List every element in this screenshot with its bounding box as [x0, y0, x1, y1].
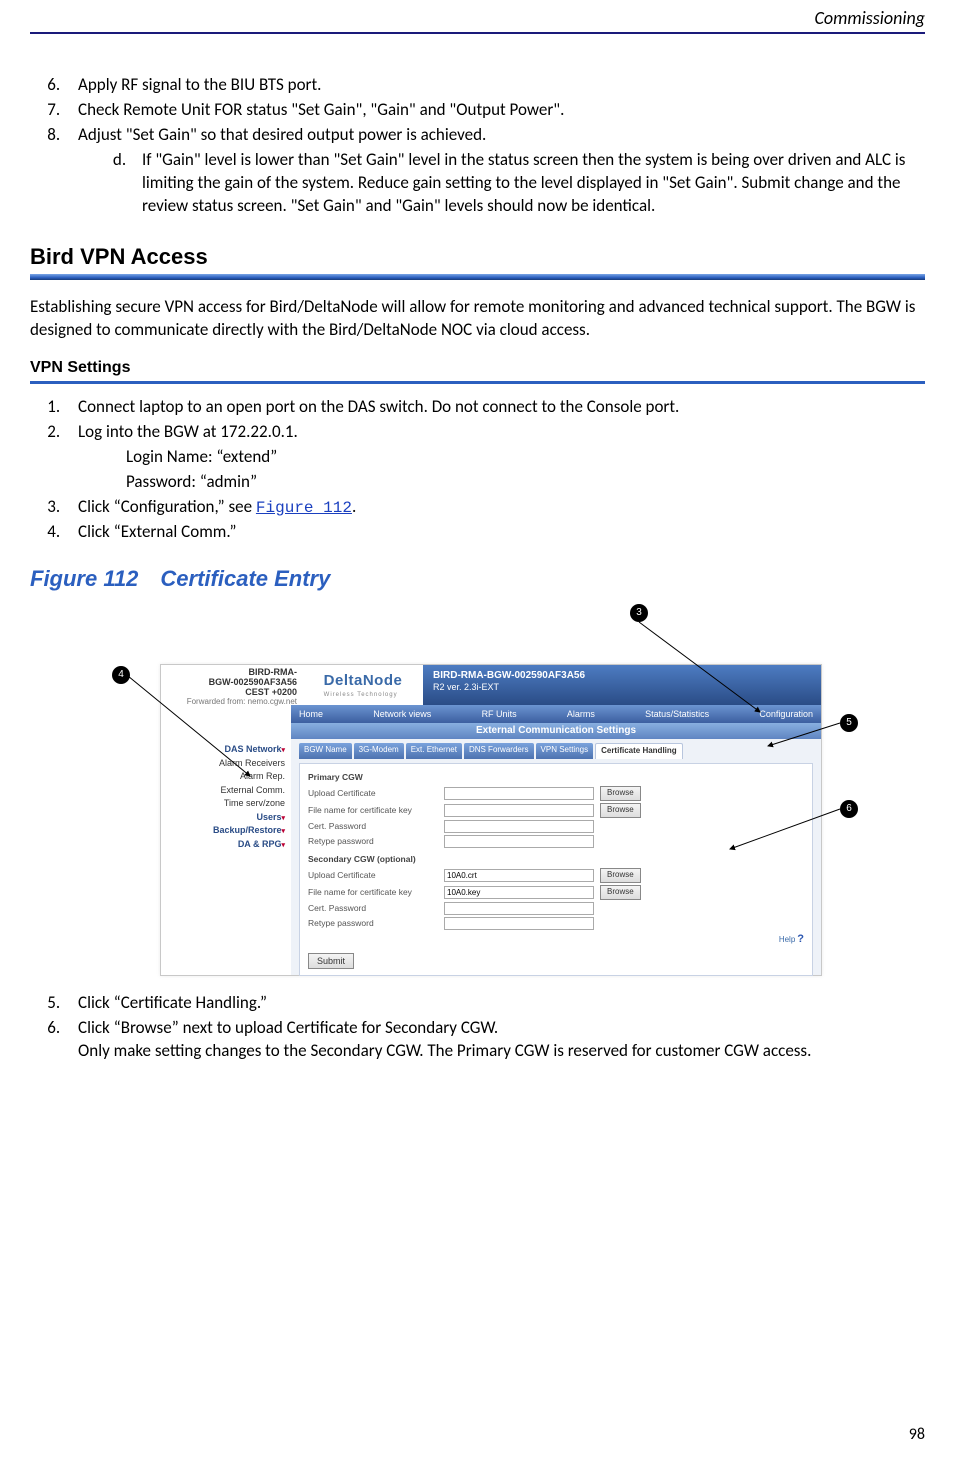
sidebar-external-comm[interactable]: External Comm. [167, 784, 285, 798]
step-6b-line1: Click “Browse” next to upload Certificat… [78, 1017, 498, 1038]
bgw-logo: DeltaNode Wireless Technology [303, 665, 423, 705]
heading-vpn-settings: VPN Settings [30, 357, 925, 379]
substep-d: If "Gain" level is lower than "Set Gain"… [130, 149, 925, 218]
input-secondary-upload[interactable] [444, 869, 594, 882]
lbl-secondary-upload: Upload Certificate [308, 870, 438, 881]
callout-5: 5 [840, 714, 858, 732]
lbl-secondary-keyfile: File name for certificate key [308, 887, 438, 898]
browse-primary-upload[interactable]: Browse [600, 786, 641, 801]
header-rule [30, 32, 925, 34]
bgw-sidebar: DAS Network▾ Alarm Receivers Alarm Rep. … [161, 739, 291, 975]
figure-112: 3 4 5 6 BIRD-RMA- BGW-002590AF3A56 CEST … [100, 604, 860, 984]
bgw-main-nav: Home Network views RF Units Alarms Statu… [291, 705, 821, 723]
page-number: 98 [909, 1424, 925, 1446]
nav-network-views[interactable]: Network views [373, 708, 431, 720]
vpn-step-1: Connect laptop to an open port on the DA… [64, 396, 925, 419]
lbl-secondary-certpw: Cert. Password [308, 903, 438, 914]
bgw-main-panel: BGW Name 3G-Modem Ext. Ethernet DNS Forw… [291, 739, 821, 975]
input-primary-upload[interactable] [444, 787, 594, 800]
step-7: Check Remote Unit FOR status "Set Gain",… [64, 99, 925, 122]
step-6: Apply RF signal to the BIU BTS port. [64, 74, 925, 97]
sidebar-time-serv-zone[interactable]: Time serv/zone [167, 797, 285, 811]
bgw-title-text: BIRD-RMA-BGW-002590AF3A56 [433, 670, 585, 681]
certificate-panel: Primary CGW Upload Certificate Browse Fi… [299, 763, 813, 976]
step-8: Adjust "Set Gain" so that desired output… [64, 124, 925, 218]
vpn-step-4: Click “External Comm.” [64, 521, 925, 544]
figure-112-link[interactable]: Figure 112 [256, 499, 352, 517]
tab-bgw-name[interactable]: BGW Name [299, 743, 352, 759]
callout-6: 6 [840, 800, 858, 818]
tab-dns-forwarders[interactable]: DNS Forwarders [464, 743, 534, 759]
sidebar-alarm-rep[interactable]: Alarm Rep. [167, 770, 285, 784]
vpn-steps-list: Connect laptop to an open port on the DA… [30, 396, 925, 544]
vpn-intro-paragraph: Establishing secure VPN access for Bird/… [30, 296, 925, 342]
vpn-step-3-post: . [352, 496, 356, 517]
callout-3: 3 [630, 604, 648, 622]
browse-secondary-upload[interactable]: Browse [600, 868, 641, 883]
lbl-secondary-retype: Retype password [308, 918, 438, 929]
sidebar-backup-restore[interactable]: Backup/Restore▾ [167, 824, 285, 838]
vpn-step-3: Click “Configuration,” see Figure 112. [64, 496, 925, 520]
tab-3g-modem[interactable]: 3G-Modem [354, 743, 404, 759]
vpn-step-3-pre: Click “Configuration,” see [78, 496, 256, 517]
steps-list-a: Apply RF signal to the BIU BTS port. Che… [30, 74, 925, 218]
tab-vpn-settings[interactable]: VPN Settings [536, 743, 594, 759]
step-8-text: Adjust "Set Gain" so that desired output… [78, 124, 486, 145]
vpn-step-2-text: Log into the BGW at 172.22.0.1. [78, 421, 298, 442]
lbl-primary-keyfile: File name for certificate key [308, 805, 438, 816]
browse-secondary-keyfile[interactable]: Browse [600, 885, 641, 900]
bgw-version: R2 ver. 2.3i-EXT [433, 682, 811, 694]
step-6b: Click “Browse” next to upload Certificat… [64, 1017, 925, 1063]
browse-primary-keyfile[interactable]: Browse [600, 803, 641, 818]
running-header: Commissioning [30, 0, 925, 30]
tab-certificate-handling[interactable]: Certificate Handling [595, 743, 683, 759]
help-link[interactable]: Help? [308, 932, 804, 947]
secondary-cgw-title: Secondary CGW (optional) [308, 854, 804, 865]
heading-bird-vpn-access: Bird VPN Access [30, 242, 925, 272]
lbl-primary-retype: Retype password [308, 836, 438, 847]
password-line: Password: “admin” [126, 471, 925, 494]
nav-home[interactable]: Home [299, 708, 323, 720]
bgw-app-window: BIRD-RMA- BGW-002590AF3A56 CEST +0200 Fo… [160, 664, 822, 976]
figure-caption: Figure 112 Certificate Entry [30, 564, 925, 594]
input-primary-certpw[interactable] [444, 820, 594, 833]
substeps-d: If "Gain" level is lower than "Set Gain"… [78, 149, 925, 218]
bgw-tabs: BGW Name 3G-Modem Ext. Ethernet DNS Forw… [299, 743, 813, 759]
bgw-page-title: External Communication Settings [291, 723, 821, 739]
nav-alarms[interactable]: Alarms [567, 708, 595, 720]
sidebar-das-network[interactable]: DAS Network▾ [167, 743, 285, 757]
login-name-line: Login Name: “extend” [126, 446, 925, 469]
input-primary-retype[interactable] [444, 835, 594, 848]
tab-ext-ethernet[interactable]: Ext. Ethernet [406, 743, 462, 759]
lbl-primary-upload: Upload Certificate [308, 788, 438, 799]
sidebar-alarm-receivers[interactable]: Alarm Receivers [167, 757, 285, 771]
input-primary-keyfile[interactable] [444, 804, 594, 817]
step-6b-line2: Only make setting changes to the Seconda… [78, 1040, 811, 1061]
primary-cgw-title: Primary CGW [308, 772, 804, 783]
bgw-title-bar: BIRD-RMA-BGW-002590AF3A56 R2 ver. 2.3i-E… [423, 665, 821, 705]
input-secondary-keyfile[interactable] [444, 886, 594, 899]
nav-status-statistics[interactable]: Status/Statistics [645, 708, 709, 720]
step-5: Click “Certificate Handling.” [64, 992, 925, 1015]
submit-button[interactable]: Submit [308, 953, 354, 969]
bgw-id-block: BIRD-RMA- BGW-002590AF3A56 CEST +0200 Fo… [161, 665, 303, 705]
nav-rf-units[interactable]: RF Units [482, 708, 517, 720]
callout-4: 4 [112, 666, 130, 684]
sidebar-users[interactable]: Users▾ [167, 811, 285, 825]
steps-list-b: Click “Certificate Handling.” Click “Bro… [30, 992, 925, 1063]
input-secondary-certpw[interactable] [444, 902, 594, 915]
vpn-step-2: Log into the BGW at 172.22.0.1. Login Na… [64, 421, 925, 494]
lbl-primary-certpw: Cert. Password [308, 821, 438, 832]
brand-sub: Wireless Technology [324, 691, 403, 699]
nav-configuration[interactable]: Configuration [759, 708, 813, 720]
brand-name: DeltaNode [324, 671, 403, 691]
help-icon: ? [797, 932, 804, 947]
heading-rule [30, 274, 925, 280]
sidebar-da-rpg[interactable]: DA & RPG▾ [167, 838, 285, 852]
subheading-rule [30, 381, 925, 384]
input-secondary-retype[interactable] [444, 917, 594, 930]
